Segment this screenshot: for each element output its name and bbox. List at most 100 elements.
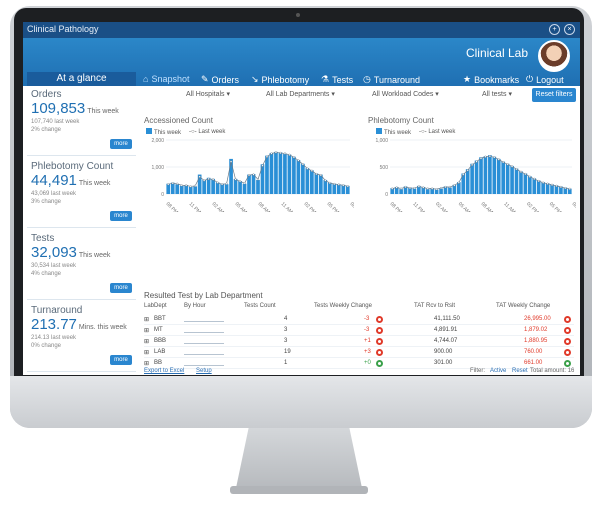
tab-orders[interactable]: ✎ Orders [201, 74, 239, 85]
status-icon [376, 327, 383, 334]
bar [206, 177, 211, 194]
point [448, 185, 452, 189]
bar [510, 165, 514, 194]
point [408, 186, 412, 190]
point [502, 161, 505, 164]
bar [412, 188, 417, 194]
point [435, 188, 438, 191]
point [422, 186, 425, 189]
status-icon [376, 349, 383, 356]
bar [474, 160, 479, 194]
x-tick-label: 05 PM [548, 201, 562, 212]
legend-last-week-label: Last week [198, 129, 226, 135]
card-unit: This week [78, 252, 111, 259]
bar [256, 179, 260, 194]
bar [532, 178, 537, 194]
filter-reset-link[interactable]: Reset [512, 368, 528, 374]
export-excel-link[interactable]: Export to Excel [144, 368, 184, 374]
row-expand-icon[interactable]: ⊞ [144, 338, 149, 345]
status-icon [564, 327, 571, 334]
col-labdept[interactable]: LabDept [144, 303, 167, 309]
card-unit: This week [87, 108, 119, 115]
cell-count: 1 [284, 360, 288, 366]
table-row[interactable]: ⊞ BBT 4 -3 41,111.50 26,995.00 [144, 315, 574, 325]
point [506, 163, 509, 166]
point [413, 186, 416, 190]
add-window-button[interactable]: + [549, 24, 560, 35]
bar [519, 171, 523, 194]
bar [278, 152, 283, 194]
turnaround-more-button[interactable]: more [110, 355, 132, 365]
bookmarks-link[interactable]: ★ Bookmarks [463, 74, 519, 85]
orders-more-button[interactable]: more [110, 139, 132, 149]
workload-filter[interactable]: All Workload Codes ▾ [372, 90, 439, 98]
bar [470, 163, 474, 194]
col-tat-rcv-to-rslt[interactable]: TAT Rcv to Rslt [414, 303, 455, 309]
cell-tat-change: 26,995.00 [524, 316, 551, 322]
table-row[interactable]: ⊞ LAB 19 +3 900.00 760.00 [144, 348, 574, 358]
col-tests-count[interactable]: Tests Count [244, 303, 276, 309]
col-by-hour[interactable]: By Hour [184, 303, 206, 309]
tab-tests[interactable]: ⚗ Tests [321, 74, 353, 85]
point [568, 187, 571, 190]
bar [292, 156, 296, 194]
row-expand-icon[interactable]: ⊞ [144, 360, 149, 367]
cell-change: +1 [364, 338, 371, 344]
bar [188, 186, 193, 194]
tests-filter[interactable]: All tests ▾ [482, 90, 512, 98]
point [559, 185, 563, 189]
cell-tat: 4,744.07 [434, 338, 458, 344]
point [471, 163, 474, 166]
point [176, 182, 179, 185]
card-value: 109,853 [31, 100, 86, 117]
row-expand-icon[interactable]: ⊞ [144, 316, 149, 323]
bar [269, 152, 274, 194]
tests-more-button[interactable]: more [110, 283, 132, 293]
card-title: Orders [31, 89, 62, 100]
cell-dept: BBB [154, 338, 167, 344]
bar [336, 184, 341, 194]
card-unit: This week [78, 180, 111, 187]
reset-filters-button[interactable]: Reset filters [532, 88, 576, 102]
card-change: 4% change [31, 271, 62, 277]
bar [505, 163, 510, 194]
row-expand-icon[interactable]: ⊞ [144, 327, 149, 334]
card-last-week: 30,534 last week [31, 263, 77, 269]
flask-icon: ⚗ [321, 74, 330, 84]
y-tick-label: 1,000 [151, 165, 164, 171]
close-window-button[interactable]: × [564, 24, 575, 35]
point [171, 182, 174, 185]
tab-turnaround[interactable]: ◷ Turnaround [363, 74, 420, 85]
phlebotomy-more-button[interactable]: more [110, 211, 132, 221]
x-tick-label: 08 PM [571, 201, 576, 212]
point [261, 164, 264, 167]
tab-phlebotomy[interactable]: ↘ Phlebotomy [251, 74, 309, 85]
cell-dept: BBT [154, 316, 166, 322]
point [283, 152, 287, 155]
row-expand-icon[interactable]: ⊞ [144, 349, 149, 356]
legend-last-week: -○- Last week [419, 129, 456, 135]
avatar[interactable] [538, 40, 570, 72]
point [270, 152, 273, 155]
tab-snapshot[interactable]: ⌂ Snapshot [143, 74, 189, 84]
setup-link[interactable]: Setup [196, 368, 212, 374]
department-filter[interactable]: All Lab Departments ▾ [266, 90, 335, 98]
table-row[interactable]: ⊞ BBB 3 +1 4,744.07 1,880.95 [144, 337, 574, 347]
hospital-filter[interactable]: All Hospitals ▾ [186, 90, 230, 98]
bar [483, 156, 488, 194]
bar [296, 159, 301, 194]
cell-tat: 4,891.91 [434, 327, 458, 333]
bar [265, 155, 269, 194]
col-tat-weekly-change[interactable]: TAT Weekly Change [496, 303, 550, 309]
bar [179, 185, 184, 194]
tab-label: Snapshot [151, 74, 190, 84]
table-row[interactable]: ⊞ MT 3 -3 4,891.91 1,879.02 [144, 326, 574, 336]
y-tick-label: 0 [161, 192, 164, 198]
status-icon [376, 360, 383, 367]
cell-change: +3 [364, 349, 371, 355]
logout-link[interactable]: ⏻ Logout [526, 74, 564, 85]
bar [399, 189, 403, 194]
col-tests-weekly-change[interactable]: Tests Weekly Change [314, 303, 372, 309]
point [550, 183, 554, 186]
filter-active-link[interactable]: Active [490, 368, 506, 374]
